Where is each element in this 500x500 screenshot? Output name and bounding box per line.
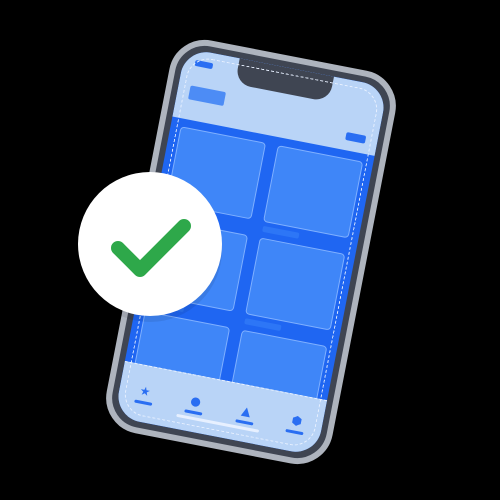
hexagon-icon: ⬢ bbox=[290, 412, 304, 429]
grid-card[interactable] bbox=[244, 237, 346, 332]
card-label-placeholder bbox=[244, 318, 282, 332]
illustration: ★ ● ▲ ⬢ bbox=[0, 0, 500, 500]
star-icon: ★ bbox=[138, 382, 152, 399]
header-title-block bbox=[188, 85, 227, 107]
card-label-placeholder bbox=[262, 225, 300, 239]
tab-indicator bbox=[133, 398, 153, 406]
tab-hexagon[interactable]: ⬢ bbox=[275, 404, 317, 444]
checkmark-icon bbox=[111, 219, 191, 277]
tab-indicator bbox=[184, 408, 203, 416]
header-action-block bbox=[345, 132, 367, 144]
tab-star[interactable]: ★ bbox=[124, 374, 166, 414]
grid-card[interactable] bbox=[262, 145, 364, 239]
tab-indicator bbox=[285, 428, 304, 435]
circle-icon: ● bbox=[189, 392, 203, 409]
tab-indicator bbox=[235, 418, 254, 426]
success-badge bbox=[78, 172, 222, 316]
triangle-icon: ▲ bbox=[240, 402, 253, 419]
status-indicator bbox=[194, 59, 214, 70]
